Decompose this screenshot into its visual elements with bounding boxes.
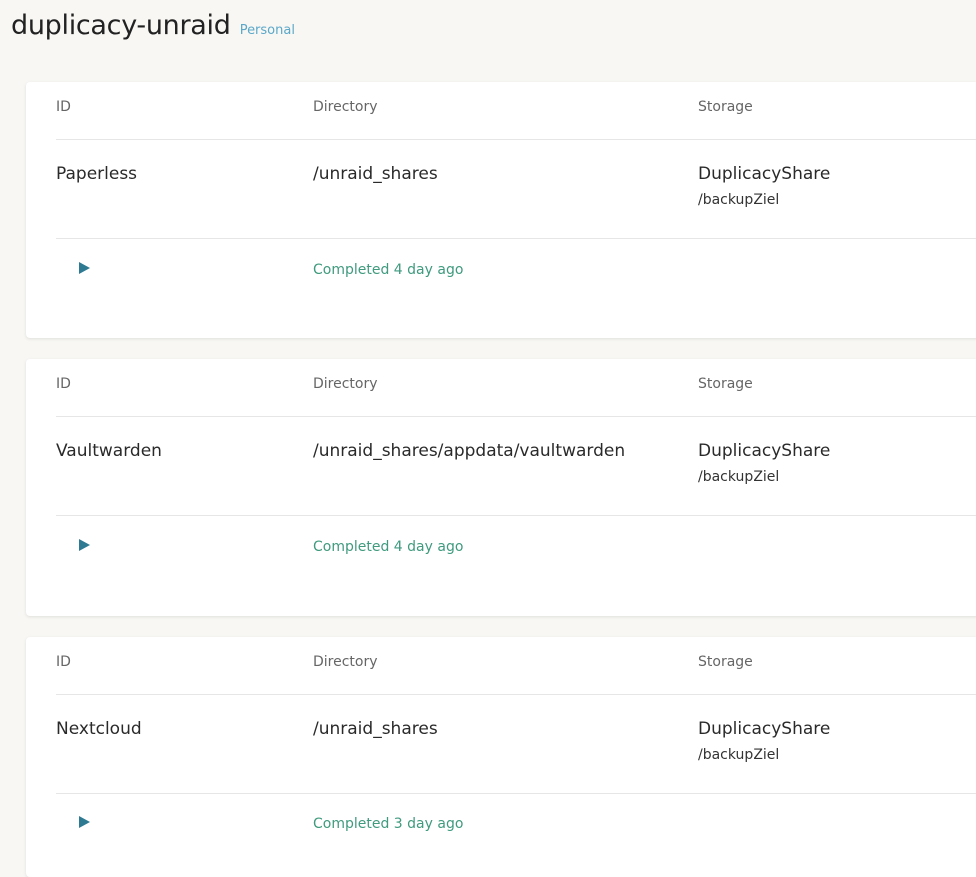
backup-storage: DuplicacyShare /backupZiel [698, 719, 830, 763]
table-header-row: ID Directory Storage [56, 637, 976, 695]
backup-card-nextcloud: ID Directory Storage Nextcloud /unraid_s… [26, 637, 976, 877]
play-icon [79, 816, 90, 828]
page-header: duplicacy-unraid Personal [11, 10, 295, 41]
backup-card-paperless: ID Directory Storage Paperless /unraid_s… [26, 82, 976, 338]
backup-storage: DuplicacyShare /backupZiel [698, 441, 830, 485]
column-header-id: ID [56, 376, 71, 392]
column-header-id: ID [56, 654, 71, 670]
table-row: Vaultwarden /unraid_shares/appdata/vault… [56, 417, 976, 516]
page-title: duplicacy-unraid [11, 10, 231, 41]
storage-path: /backupZiel [698, 747, 780, 763]
run-backup-button[interactable] [76, 814, 92, 830]
backup-card-vaultwarden: ID Directory Storage Vaultwarden /unraid… [26, 359, 976, 616]
table-header-row: ID Directory Storage [56, 359, 976, 417]
column-header-directory: Directory [313, 376, 378, 392]
backup-storage: DuplicacyShare /backupZiel [698, 164, 830, 208]
run-backup-button[interactable] [76, 537, 92, 553]
backup-status: Completed 3 day ago [313, 816, 464, 832]
column-header-storage: Storage [698, 376, 753, 392]
column-header-directory: Directory [313, 99, 378, 115]
run-backup-button[interactable] [76, 260, 92, 276]
column-header-directory: Directory [313, 654, 378, 670]
backup-directory: /unraid_shares [313, 719, 438, 739]
backup-status: Completed 4 day ago [313, 262, 464, 278]
play-icon [79, 539, 90, 551]
storage-name: DuplicacyShare [698, 719, 831, 739]
backup-directory: /unraid_shares [313, 164, 438, 184]
storage-path: /backupZiel [698, 192, 780, 208]
table-header-row: ID Directory Storage [56, 82, 976, 140]
storage-name: DuplicacyShare [698, 441, 831, 461]
play-icon [79, 262, 90, 274]
backup-id: Paperless [56, 164, 138, 184]
table-row: Nextcloud /unraid_shares DuplicacyShare … [56, 695, 976, 794]
backup-id: Vaultwarden [56, 441, 162, 461]
storage-path: /backupZiel [698, 469, 780, 485]
storage-name: DuplicacyShare [698, 164, 831, 184]
column-header-id: ID [56, 99, 71, 115]
column-header-storage: Storage [698, 654, 753, 670]
backup-status: Completed 4 day ago [313, 539, 464, 555]
backup-directory: /unraid_shares/appdata/vaultwarden [313, 441, 626, 461]
column-header-storage: Storage [698, 99, 753, 115]
account-badge: Personal [239, 23, 295, 38]
backup-id: Nextcloud [56, 719, 142, 739]
table-row: Paperless /unraid_shares DuplicacyShare … [56, 140, 976, 239]
